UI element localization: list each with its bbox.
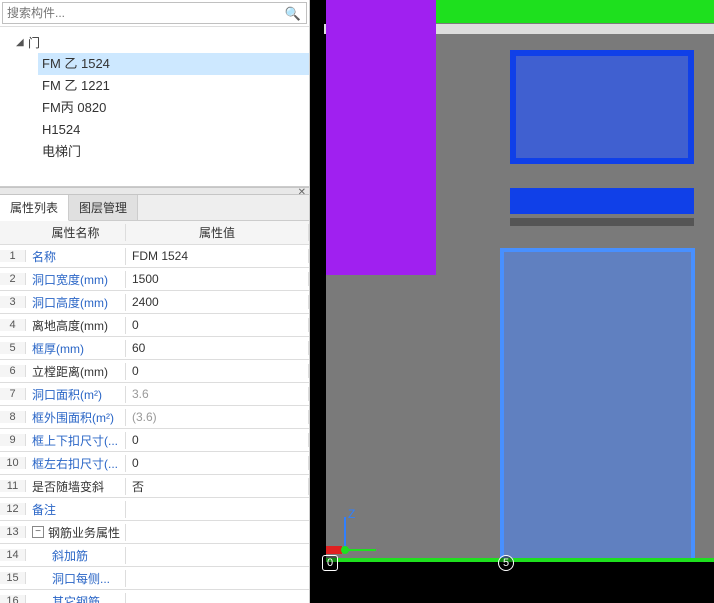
property-name: 其它钢筋 [26, 593, 126, 603]
property-row[interactable]: 11是否随墙变斜否 [0, 475, 309, 498]
row-index: 4 [0, 319, 26, 331]
tree-item[interactable]: FM 乙 1524 [38, 53, 309, 75]
property-value[interactable]: 否 [126, 478, 309, 495]
property-name: −钢筋业务属性 [26, 524, 126, 541]
row-index: 14 [0, 549, 26, 561]
property-name: 框外围面积(m²) [26, 409, 126, 426]
property-row[interactable]: 15洞口每侧... [0, 567, 309, 590]
blue-bar [510, 188, 694, 214]
row-index: 11 [0, 480, 26, 492]
property-name: 洞口面积(m²) [26, 386, 126, 403]
green-slab [436, 0, 714, 23]
close-icon[interactable]: ✕ [298, 187, 306, 198]
property-name: 备注 [26, 501, 126, 518]
header-name: 属性名称 [26, 224, 126, 241]
property-name: 框左右扣尺寸(... [26, 455, 126, 472]
property-name: 洞口宽度(mm) [26, 271, 126, 288]
property-name: 离地高度(mm) [26, 317, 126, 334]
property-row[interactable]: 2洞口宽度(mm)1500 [0, 268, 309, 291]
row-index: 15 [0, 572, 26, 584]
property-value[interactable]: 0 [126, 364, 309, 378]
property-row[interactable]: 6立樘距离(mm)0 [0, 360, 309, 383]
ground-line [326, 558, 714, 562]
property-row[interactable]: 9框上下扣尺寸(...0 [0, 429, 309, 452]
property-row[interactable]: 12备注 [0, 498, 309, 521]
property-value[interactable]: 3.6 [126, 387, 309, 401]
property-tabs: 属性列表 图层管理 [0, 195, 309, 221]
grid-marker-5: 5 [498, 555, 514, 571]
tree-item[interactable]: FM丙 0820 [38, 97, 309, 119]
component-tree: ◢ 门 FM 乙 1524FM 乙 1221FM丙 0820H1524电梯门 [0, 27, 309, 187]
property-name: 框上下扣尺寸(... [26, 432, 126, 449]
row-index: 16 [0, 595, 26, 603]
property-value[interactable]: 0 [126, 456, 309, 470]
property-value[interactable]: 60 [126, 341, 309, 355]
tree-item[interactable]: 电梯门 [38, 141, 309, 163]
gray-sill [510, 218, 694, 226]
property-row[interactable]: 7洞口面积(m²)3.6 [0, 383, 309, 406]
property-value[interactable]: (3.6) [126, 410, 309, 424]
property-value[interactable]: 2400 [126, 295, 309, 309]
row-index: 3 [0, 296, 26, 308]
property-value[interactable]: 1500 [126, 272, 309, 286]
row-index: 7 [0, 388, 26, 400]
property-row[interactable]: 5框厚(mm)60 [0, 337, 309, 360]
row-index: 8 [0, 411, 26, 423]
property-name: 名称 [26, 248, 126, 265]
property-name: 洞口高度(mm) [26, 294, 126, 311]
property-name: 框厚(mm) [26, 340, 126, 357]
row-index: 13 [0, 526, 26, 538]
tree-parent-label: 门 [28, 34, 40, 51]
property-row[interactable]: 14斜加筋 [0, 544, 309, 567]
property-value[interactable]: 0 [126, 318, 309, 332]
property-value[interactable]: FDM 1524 [126, 249, 309, 263]
collapse-group-icon[interactable]: − [32, 526, 44, 538]
search-input[interactable] [2, 2, 307, 24]
tree-parent-door[interactable]: ◢ 门 [4, 31, 309, 53]
property-name: 斜加筋 [26, 547, 126, 564]
tab-properties[interactable]: 属性列表 [0, 195, 69, 221]
row-index: 10 [0, 457, 26, 469]
header-value: 属性值 [126, 224, 309, 241]
property-row[interactable]: 16其它钢筋 [0, 590, 309, 603]
property-row[interactable]: 8框外围面积(m²)(3.6) [0, 406, 309, 429]
purple-block [326, 0, 436, 275]
tree-item[interactable]: H1524 [38, 119, 309, 141]
property-value[interactable]: 0 [126, 433, 309, 447]
window-block [510, 50, 694, 164]
row-index: 5 [0, 342, 26, 354]
property-name: 是否随墙变斜 [26, 478, 126, 495]
property-row[interactable]: 13−钢筋业务属性 [0, 521, 309, 544]
property-name: 洞口每侧... [26, 570, 126, 587]
tree-item[interactable]: FM 乙 1221 [38, 75, 309, 97]
property-name: 立樘距离(mm) [26, 363, 126, 380]
row-index: 2 [0, 273, 26, 285]
grid-marker-0: 0 [322, 555, 338, 571]
property-row[interactable]: 1名称FDM 1524 [0, 245, 309, 268]
model-viewport[interactable]: Z 0 5 [310, 0, 714, 603]
property-row[interactable]: 10框左右扣尺寸(...0 [0, 452, 309, 475]
row-index: 6 [0, 365, 26, 377]
door-block [500, 248, 695, 560]
row-index: 1 [0, 250, 26, 262]
collapse-icon: ◢ [16, 37, 26, 48]
row-index: 9 [0, 434, 26, 446]
property-row[interactable]: 3洞口高度(mm)2400 [0, 291, 309, 314]
property-row[interactable]: 4离地高度(mm)0 [0, 314, 309, 337]
row-index: 12 [0, 503, 26, 515]
tab-layers[interactable]: 图层管理 [69, 195, 138, 220]
panel-divider[interactable]: ✕ [0, 187, 309, 195]
property-grid: 属性名称 属性值 1名称FDM 15242洞口宽度(mm)15003洞口高度(m… [0, 221, 309, 603]
